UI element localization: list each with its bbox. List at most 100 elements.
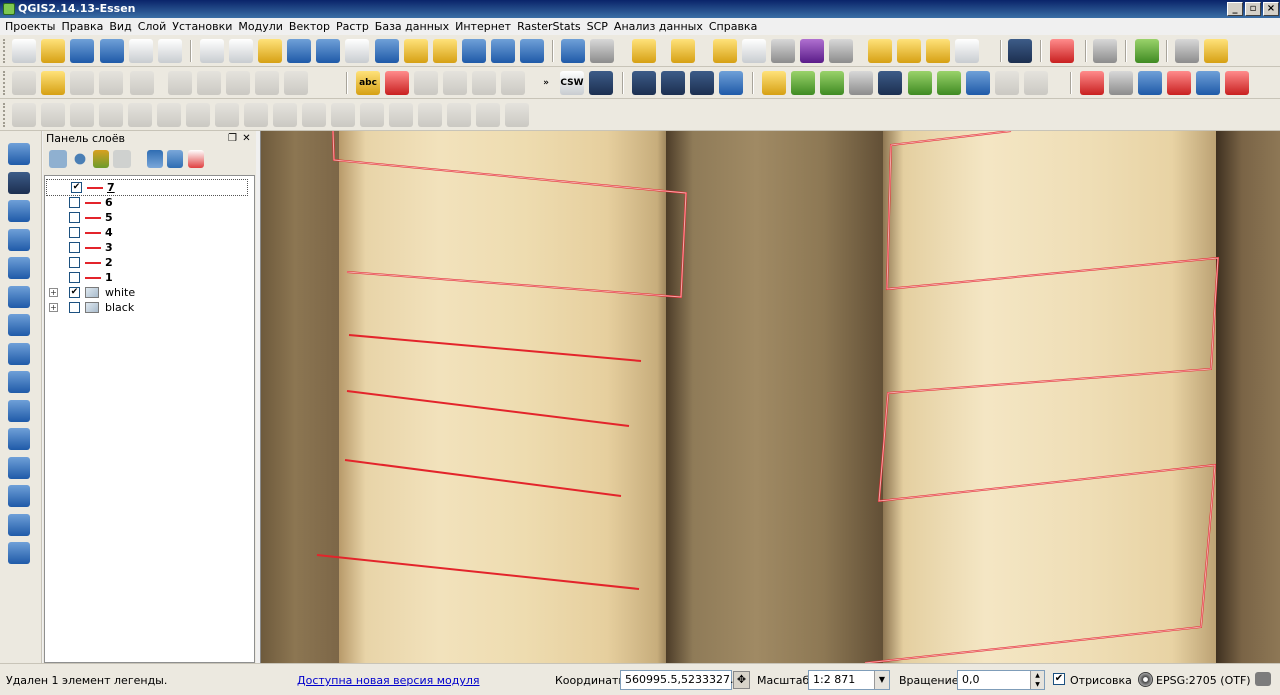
current-edits-icon[interactable]	[12, 71, 36, 95]
map-canvas[interactable]	[260, 131, 1280, 663]
layer-row-2[interactable]: 2	[45, 255, 254, 270]
collapse-all-icon[interactable]	[167, 150, 183, 168]
polygon-feature[interactable]	[332, 131, 688, 299]
menu-item-9[interactable]: Интернет	[452, 18, 514, 35]
python-console-icon[interactable]	[762, 71, 786, 95]
edit-tools-icon[interactable]	[1196, 71, 1220, 95]
shape-tool-icon[interactable]	[1024, 71, 1048, 95]
new-bookmark-icon[interactable]	[897, 39, 921, 63]
toolbar-grip[interactable]	[3, 39, 7, 63]
layer-row-5[interactable]: 5	[45, 210, 254, 225]
add-wms-icon[interactable]	[8, 314, 30, 336]
layer-row-4[interactable]: 4	[45, 225, 254, 240]
toolbar-grip[interactable]	[3, 103, 7, 127]
restore-button[interactable]: ▫	[1245, 2, 1261, 16]
layer-visibility-checkbox[interactable]	[69, 242, 80, 253]
undo-icon[interactable]	[70, 103, 94, 127]
crosshair-icon[interactable]	[1080, 71, 1104, 95]
add-part-icon[interactable]	[186, 103, 210, 127]
open-project-icon[interactable]	[41, 39, 65, 63]
layer-stack-icon[interactable]	[937, 71, 961, 95]
help-icon[interactable]	[1008, 39, 1032, 63]
rotate-feature-icon[interactable]	[41, 103, 65, 127]
layer-visibility-checkbox[interactable]	[69, 227, 80, 238]
layer-visibility-checkbox[interactable]	[69, 302, 80, 313]
zoom-next-icon[interactable]	[491, 39, 515, 63]
add-postgis-icon[interactable]	[8, 200, 30, 222]
add-wcs-icon[interactable]	[8, 342, 30, 365]
scale-combobox[interactable]: 1:2 871 ▼	[808, 670, 890, 690]
zoom-actual-icon[interactable]	[345, 39, 369, 63]
rotate-symbol-icon[interactable]	[476, 103, 500, 127]
line-feature[interactable]	[346, 390, 630, 427]
camera-icon[interactable]	[1138, 71, 1162, 95]
delete-part-icon[interactable]	[273, 103, 297, 127]
rotation-spinbox[interactable]: 0,0 ▲ ▼	[957, 670, 1045, 690]
menu-item-11[interactable]: SCP	[584, 18, 611, 35]
statistics-sum-icon[interactable]	[800, 39, 824, 63]
filter-legend-icon[interactable]	[93, 150, 109, 168]
move-feature-icon[interactable]	[130, 71, 154, 95]
new-shapefile-icon[interactable]	[8, 456, 30, 479]
layer-metadata-icon[interactable]	[589, 71, 613, 95]
deselect-icon[interactable]	[713, 39, 737, 63]
menu-item-2[interactable]: Вид	[106, 18, 134, 35]
menu-item-3[interactable]: Слой	[135, 18, 170, 35]
georef-c-icon[interactable]	[690, 71, 714, 95]
add-ring-icon[interactable]	[157, 103, 181, 127]
simplify-icon[interactable]	[128, 103, 152, 127]
attribute-table-icon[interactable]	[742, 39, 766, 63]
line-feature[interactable]	[316, 554, 640, 590]
run-action-icon[interactable]	[590, 39, 614, 63]
save-as-icon[interactable]	[100, 39, 124, 63]
split-parts-icon[interactable]	[389, 103, 413, 127]
mountain-icon[interactable]	[995, 71, 1019, 95]
csw-button[interactable]: CSW	[560, 71, 584, 95]
db-manager-icon[interactable]	[1175, 39, 1199, 63]
layer-row-3[interactable]: 3	[45, 240, 254, 255]
layer-row-7[interactable]: ✔ 7	[46, 179, 248, 196]
menu-item-1[interactable]: Правка	[59, 18, 107, 35]
paste-features-icon[interactable]	[284, 71, 308, 95]
map-tips-icon[interactable]	[868, 39, 892, 63]
pan-hand-icon[interactable]	[229, 39, 253, 63]
cut-features-icon[interactable]	[226, 71, 250, 95]
text-annotation-icon[interactable]	[955, 39, 979, 63]
toggle-editing-icon[interactable]	[41, 71, 65, 95]
layer-visibility-checkbox[interactable]: ✔	[69, 287, 80, 298]
crs-globe-icon[interactable]	[1138, 672, 1153, 687]
coords-field[interactable]: 560995.5,5233327.8	[620, 670, 740, 690]
pin-labels-icon[interactable]	[414, 71, 438, 95]
grid-table-icon[interactable]	[1225, 71, 1249, 95]
georef-b-icon[interactable]	[661, 71, 685, 95]
field-calculator-icon[interactable]	[771, 39, 795, 63]
layer-visibility-checkbox[interactable]: ✔	[71, 182, 82, 193]
layer-visibility-checkbox[interactable]	[69, 197, 80, 208]
split-features-icon[interactable]	[360, 103, 384, 127]
layer-visibility-checkbox[interactable]	[69, 272, 80, 283]
move-label-icon[interactable]	[472, 71, 496, 95]
identify-icon[interactable]	[561, 39, 585, 63]
layer-row-black[interactable]: + black	[45, 300, 254, 315]
redo-icon[interactable]	[99, 103, 123, 127]
reshape-icon[interactable]	[302, 103, 326, 127]
add-virtual-layer-icon[interactable]	[8, 428, 30, 450]
gps-pin-icon[interactable]	[1109, 71, 1133, 95]
offset-curve-icon[interactable]	[331, 103, 355, 127]
zoom-out-icon[interactable]	[316, 39, 340, 63]
add-wfs-icon[interactable]	[8, 371, 30, 393]
merge-features-icon[interactable]	[418, 103, 442, 127]
select-features-icon[interactable]	[632, 39, 656, 63]
add-wms-tile-icon[interactable]	[8, 485, 30, 507]
layer-visibility-checkbox[interactable]	[69, 257, 80, 268]
messages-icon[interactable]	[1255, 672, 1271, 686]
layout-manager-icon[interactable]	[1093, 39, 1117, 63]
layer-row-1[interactable]: 1	[45, 270, 254, 285]
measure-icon[interactable]	[829, 39, 853, 63]
expand-icon[interactable]: +	[49, 303, 58, 312]
fill-ring-icon[interactable]	[215, 103, 239, 127]
menu-item-6[interactable]: Вектор	[286, 18, 333, 35]
menu-item-7[interactable]: Растр	[333, 18, 372, 35]
spin-arrows-icon[interactable]: ▲ ▼	[1030, 671, 1044, 689]
plugin-check-icon[interactable]	[1050, 39, 1074, 63]
